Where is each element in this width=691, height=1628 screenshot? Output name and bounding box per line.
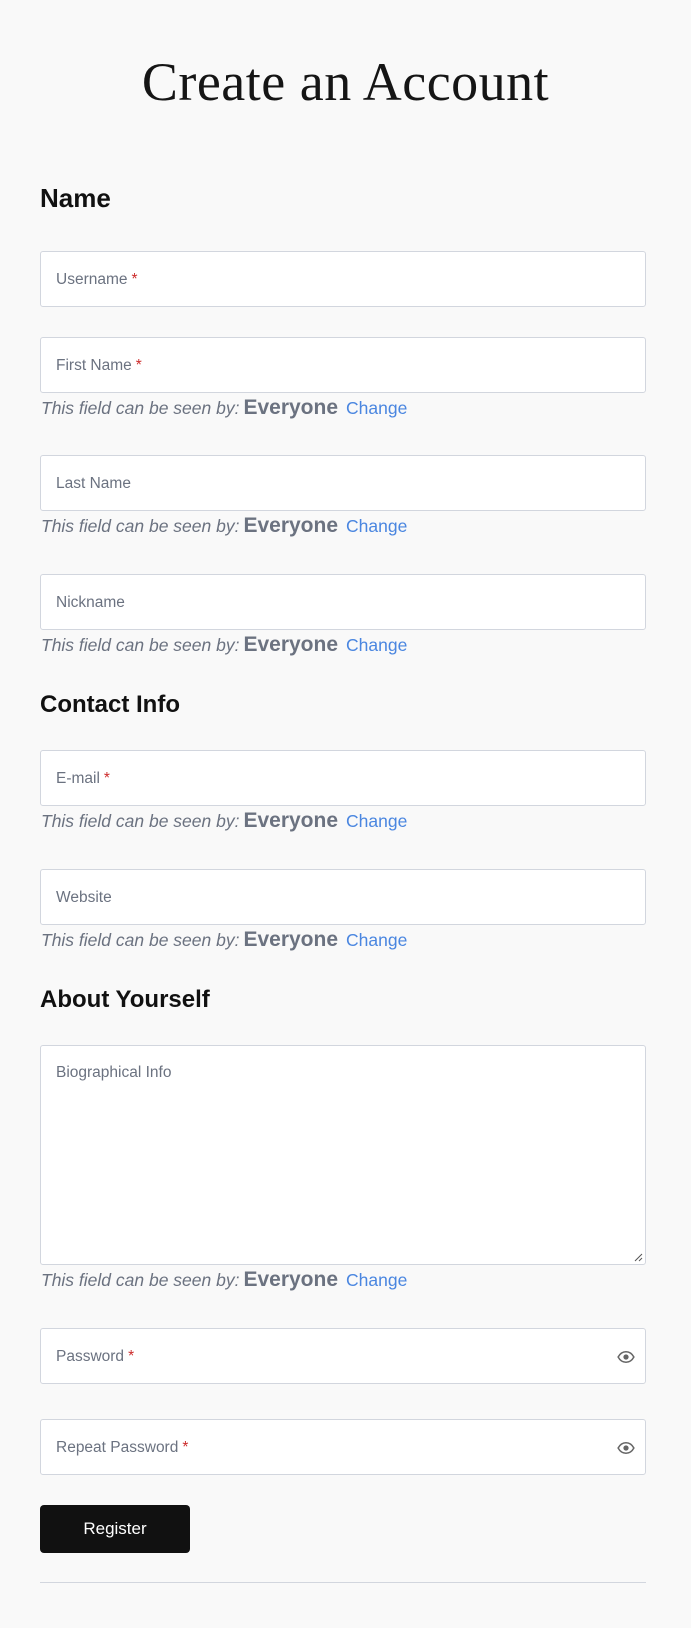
visibility-change-link[interactable]: Change [346,1270,407,1290]
divider [40,1582,646,1583]
nickname-visibility: This field can be seen by: Everyone Change [41,633,407,657]
register-button[interactable]: Register [40,1505,190,1553]
website-placeholder: Website [56,889,112,906]
bio-placeholder: Biographical Info [56,1064,172,1081]
last-name-visibility: This field can be seen by: Everyone Change [41,514,407,538]
password-input[interactable]: Password * [40,1328,646,1384]
required-marker: * [131,271,138,288]
website-input[interactable]: Website [40,869,646,925]
visibility-label: This field can be seen by: [41,930,240,950]
repeat-password-input[interactable]: Repeat Password * [40,1419,646,1475]
required-marker: * [128,1348,135,1365]
email-visibility: This field can be seen by: Everyone Change [41,809,407,833]
last-name-input[interactable]: Last Name [40,455,646,511]
required-marker: * [182,1439,189,1456]
first-name-placeholder: First Name * [56,357,142,374]
last-name-placeholder: Last Name [56,475,131,492]
visibility-value: Everyone [243,1268,339,1291]
visibility-value: Everyone [243,809,339,832]
visibility-change-link[interactable]: Change [346,398,407,418]
visibility-value: Everyone [243,396,339,419]
visibility-change-link[interactable]: Change [346,635,407,655]
visibility-label: This field can be seen by: [41,811,240,831]
eye-icon[interactable] [617,1348,635,1366]
required-marker: * [103,770,110,787]
visibility-change-link[interactable]: Change [346,930,407,950]
visibility-label: This field can be seen by: [41,516,240,536]
visibility-label: This field can be seen by: [41,398,240,418]
visibility-label: This field can be seen by: [41,1270,240,1290]
repeat-password-placeholder: Repeat Password * [56,1439,189,1456]
section-heading-name: Name [40,183,111,213]
required-marker: * [135,357,142,374]
visibility-change-link[interactable]: Change [346,811,407,831]
password-placeholder: Password * [56,1348,135,1365]
email-placeholder: E-mail * [56,770,110,787]
visibility-value: Everyone [243,514,339,537]
nickname-input[interactable]: Nickname [40,574,646,630]
bio-visibility: This field can be seen by: Everyone Change [41,1268,407,1292]
section-heading-about: About Yourself [40,986,210,1013]
visibility-value: Everyone [243,633,339,656]
username-placeholder: Username * [56,271,138,288]
visibility-value: Everyone [243,928,339,951]
visibility-label: This field can be seen by: [41,635,240,655]
username-input[interactable]: Username * [40,251,646,307]
visibility-change-link[interactable]: Change [346,516,407,536]
first-name-visibility: This field can be seen by: Everyone Change [41,396,407,420]
section-heading-contact: Contact Info [40,691,180,718]
website-visibility: This field can be seen by: Everyone Change [41,928,407,952]
page-title: Create an Account [141,52,550,112]
eye-icon[interactable] [617,1439,635,1457]
bio-textarea[interactable]: Biographical Info [40,1045,646,1265]
nickname-placeholder: Nickname [56,594,125,611]
first-name-input[interactable]: First Name * [40,337,646,393]
email-input[interactable]: E-mail * [40,750,646,806]
resize-grip-icon[interactable] [634,1253,643,1262]
